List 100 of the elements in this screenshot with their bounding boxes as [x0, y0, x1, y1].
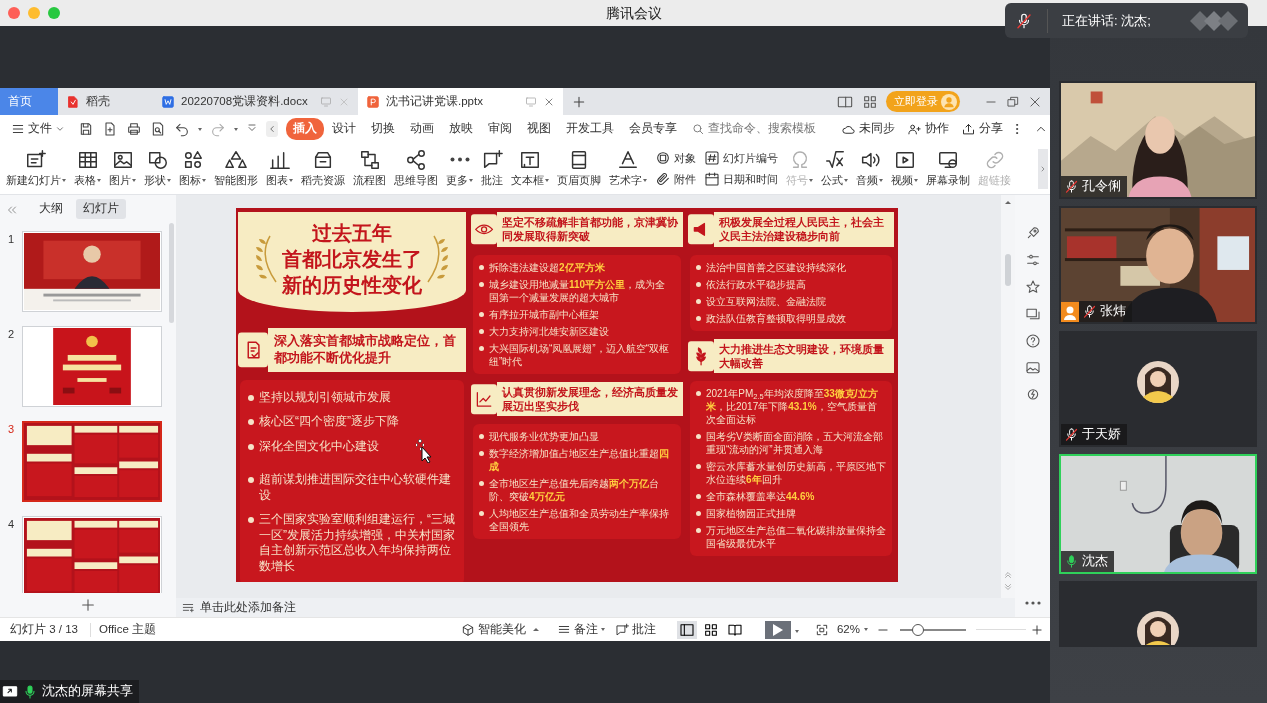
ribbon-button[interactable]: 智能图形 — [210, 146, 262, 191]
grid-icon[interactable] — [862, 93, 878, 110]
bullet — [696, 528, 701, 534]
beautify-button[interactable]: 智能美化 — [455, 620, 544, 639]
avatar — [1137, 361, 1179, 403]
ribbon-button[interactable]: 思维导图 — [390, 146, 442, 191]
speaker-text: 正在讲话: 沈杰; — [1062, 11, 1151, 30]
bullet — [696, 434, 701, 440]
list-item: 设立互联网法院、金融法院 — [706, 294, 826, 308]
menu-tab[interactable]: 动画 — [403, 118, 441, 140]
formula-icon — [823, 148, 846, 171]
notes-button[interactable]: 备注 — [551, 620, 610, 639]
help-icon[interactable] — [1024, 333, 1041, 349]
video-tile[interactable] — [1059, 581, 1257, 647]
view-button[interactable] — [676, 620, 697, 639]
ribbon-button[interactable]: 音频 — [852, 146, 887, 191]
tab[interactable]: 稻壳 — [58, 88, 153, 115]
ribbon-button[interactable]: 稻壳资源 — [297, 146, 349, 191]
ribbon-button[interactable]: 附件 — [655, 170, 696, 187]
ribbon-button[interactable]: 更多 — [442, 146, 477, 191]
video-tile[interactable]: 于天娇 — [1059, 331, 1257, 447]
tab[interactable]: 首页 — [0, 88, 58, 115]
menu-tab[interactable]: 设计 — [325, 118, 363, 140]
ribbon-button[interactable]: 图片 — [105, 146, 140, 191]
bullet — [696, 298, 701, 304]
ribbon-button[interactable]: 文本框 — [507, 146, 553, 191]
zoom-in-icon[interactable] — [1030, 622, 1044, 637]
zoom-value[interactable]: 62% — [836, 620, 860, 639]
ribbon-button[interactable]: 幻灯片编号 — [704, 150, 778, 167]
undo-icon[interactable] — [174, 121, 190, 137]
more-icon[interactable] — [1024, 601, 1041, 605]
toolbar-button[interactable]: 分享 — [956, 120, 1008, 138]
video-tile[interactable]: 孔令俐 — [1059, 81, 1257, 199]
comment-button[interactable]: 批注 — [609, 620, 661, 639]
video-tile[interactable]: 沈杰 — [1059, 454, 1257, 574]
video-tile[interactable]: 张炜 — [1059, 206, 1257, 324]
ribbon-button[interactable]: 对象 — [655, 150, 696, 167]
sliders-icon[interactable] — [1024, 252, 1041, 268]
print-icon[interactable] — [126, 121, 142, 137]
list-item: 超前谋划推进国际交往中心软硬件建设 — [259, 471, 452, 504]
restore-icon[interactable] — [1006, 94, 1020, 109]
ribbon-button[interactable]: 新建幻灯片 — [2, 146, 70, 191]
close-icon[interactable] — [1028, 94, 1042, 109]
ribbon-button[interactable]: 表格 — [70, 146, 105, 191]
list-item: 全市地区生产总值先后跨越两个万亿台阶、突破4万亿元 — [489, 477, 660, 504]
list-item: 国考劣V类断面全面消除，五大河流全部重现“流动的河”并贯通入海 — [706, 430, 884, 457]
ribbon-button[interactable]: 视频 — [887, 146, 922, 191]
menu-tab[interactable]: 会员专享 — [622, 118, 684, 140]
bullet — [248, 476, 254, 483]
preview-icon[interactable] — [150, 121, 166, 137]
slide-number: 3 — [8, 422, 16, 437]
menu-tab[interactable]: 审阅 — [481, 118, 519, 140]
ribbon-button[interactable]: 图标 — [175, 146, 210, 191]
panel-tab[interactable]: 大纲 — [32, 199, 70, 219]
participant-name: 张炜 — [1100, 303, 1126, 321]
scrollbar-thumb[interactable] — [169, 223, 174, 323]
fit-icon[interactable] — [814, 622, 829, 637]
ribbon-button[interactable]: 日期和时间 — [704, 170, 778, 187]
image-edit-icon[interactable] — [1024, 360, 1041, 376]
bullet — [696, 264, 701, 270]
toolbar-button[interactable]: 未同步 — [836, 120, 900, 138]
swap-icon[interactable] — [1024, 306, 1041, 322]
ribbon-button[interactable]: 图表 — [262, 146, 297, 191]
scroll-up-icon[interactable] — [1005, 201, 1011, 204]
star-icon[interactable] — [1024, 279, 1041, 295]
menu-tab[interactable]: 切换 — [364, 118, 402, 140]
ribbon-button[interactable]: 屏幕录制 — [922, 146, 974, 191]
caret-icon — [864, 628, 868, 631]
bullet — [479, 264, 484, 270]
collapse-left-icon[interactable] — [267, 123, 277, 135]
ribbon-button[interactable]: 公式 — [817, 146, 852, 191]
ribbon-button[interactable]: 批注 — [477, 146, 507, 191]
ribbon-button[interactable]: 艺术字 — [605, 146, 651, 191]
panel-tab[interactable]: 幻灯片 — [76, 199, 126, 219]
export-icon[interactable] — [102, 121, 118, 137]
close-button[interactable] — [8, 7, 20, 19]
list-item: 人均地区生产总值和全员劳动生产率保持全国领先 — [489, 507, 670, 534]
list-item: 三个国家实验室顺利组建运行，“三城一区”发展活力持续增强，中关村国家自主创新示范区总收入年均保持两位数增长 — [259, 512, 456, 575]
save-icon[interactable] — [78, 121, 94, 137]
bullet — [696, 464, 701, 470]
menu-tab[interactable]: 放映 — [442, 118, 480, 140]
ribbon-button[interactable]: 形状 — [140, 146, 175, 191]
play-button[interactable] — [764, 620, 791, 639]
tab[interactable]: 沈书记讲党课.pptx — [358, 88, 563, 115]
notes-field[interactable]: 单击此处添加备注 — [200, 598, 296, 617]
mic-icon — [22, 683, 38, 700]
ribbon-button[interactable]: 流程图 — [349, 146, 390, 191]
caret-icon — [600, 628, 605, 631]
list-item: 坚持以规划引领城市发展 — [259, 389, 391, 406]
list-item: 国家植物园正式挂牌 — [706, 507, 796, 521]
menu-tab[interactable]: 开发工具 — [559, 118, 621, 140]
search-field[interactable]: 查找命令、搜索模板 — [691, 120, 836, 138]
bullet — [479, 345, 484, 351]
chevron-down-icon — [55, 124, 65, 134]
ribbon-button[interactable]: 页眉页脚 — [553, 146, 605, 191]
menu-tab[interactable]: 视图 — [520, 118, 558, 140]
slider-thumb[interactable] — [911, 623, 924, 636]
file-menu[interactable]: 文件 — [6, 120, 70, 138]
scrollbar-thumb[interactable] — [1005, 254, 1011, 286]
toolbar-button[interactable]: 协作 — [902, 120, 954, 138]
